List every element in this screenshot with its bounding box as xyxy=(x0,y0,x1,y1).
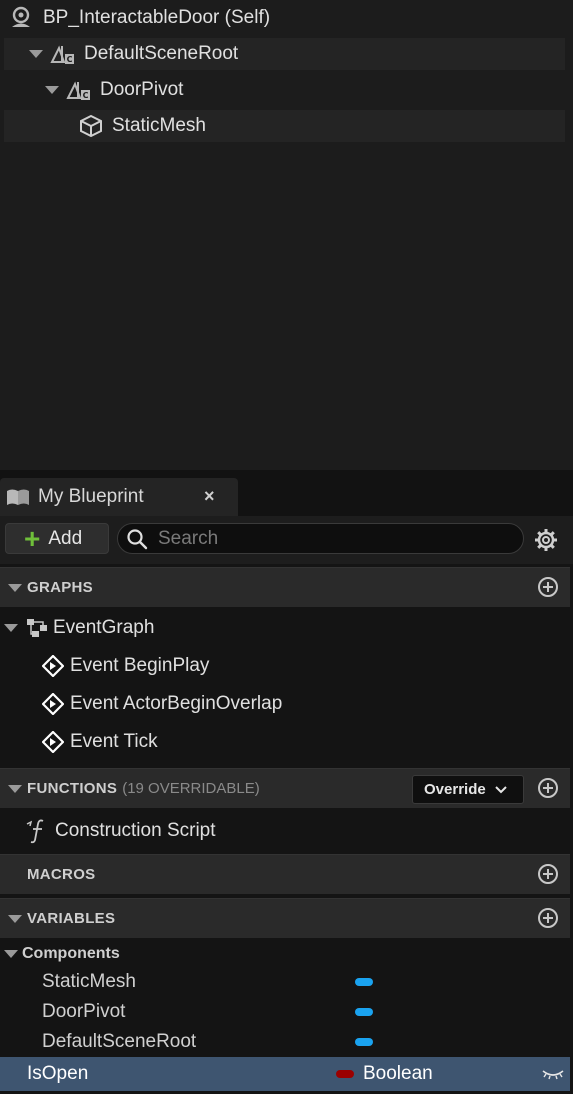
search-icon xyxy=(126,528,148,550)
object-type-pin-icon xyxy=(355,1038,373,1046)
variable-row-selected[interactable]: IsOpen Boolean xyxy=(0,1057,570,1091)
override-label: Override xyxy=(424,781,486,798)
search-box xyxy=(117,523,524,554)
collapse-arrow-icon[interactable] xyxy=(8,784,22,793)
macros-section-header[interactable]: MACROS xyxy=(0,854,570,894)
list-item-label: Construction Script xyxy=(55,820,216,841)
graphs-section-header[interactable]: GRAPHS xyxy=(0,567,570,607)
tree-item-staticmesh[interactable]: StaticMesh xyxy=(4,110,565,142)
variable-name: StaticMesh xyxy=(42,971,136,992)
static-mesh-cube-icon xyxy=(78,114,104,138)
override-dropdown[interactable]: Override xyxy=(412,775,524,804)
object-type-pin-icon xyxy=(355,1008,373,1016)
scene-component-icon: C xyxy=(66,78,92,102)
components-tree: BP_InteractableDoor (Self) C DefaultScen… xyxy=(0,0,573,470)
tree-item-label: DefaultSceneRoot xyxy=(84,43,239,64)
search-input[interactable] xyxy=(156,526,500,551)
event-item[interactable]: Event BeginPlay xyxy=(0,647,570,685)
event-graph-icon xyxy=(26,618,48,638)
event-item[interactable]: Event ActorBeginOverlap xyxy=(0,685,570,723)
tree-item-self[interactable]: BP_InteractableDoor (Self) xyxy=(4,2,565,34)
expand-arrow-icon[interactable] xyxy=(4,950,18,958)
event-item[interactable]: Event Tick xyxy=(0,723,570,761)
close-icon[interactable]: × xyxy=(204,486,215,507)
object-type-pin-icon xyxy=(355,978,373,986)
expand-arrow-icon[interactable] xyxy=(45,86,59,94)
variable-name: IsOpen xyxy=(27,1063,89,1084)
section-title: VARIABLES xyxy=(27,910,116,927)
event-graph-item[interactable]: EventGraph xyxy=(0,609,570,647)
add-function-icon[interactable] xyxy=(538,778,558,798)
actor-self-icon xyxy=(8,5,34,31)
section-title: FUNCTIONS xyxy=(27,780,118,797)
eye-closed-icon[interactable] xyxy=(541,1067,565,1081)
add-button[interactable]: + Add xyxy=(5,523,109,554)
expand-arrow-icon[interactable] xyxy=(29,50,43,58)
event-node-icon xyxy=(42,655,64,677)
svg-text:C: C xyxy=(67,55,73,64)
list-item-label: EventGraph xyxy=(53,617,155,638)
add-button-label: Add xyxy=(48,527,83,549)
functions-section-header[interactable]: FUNCTIONS (19 OVERRIDABLE) Override xyxy=(0,768,570,808)
list-item-label: Event ActorBeginOverlap xyxy=(70,693,283,714)
tab-my-blueprint[interactable]: My Blueprint × xyxy=(0,478,238,516)
list-item-label: Event BeginPlay xyxy=(70,655,210,676)
gear-icon[interactable] xyxy=(534,528,558,552)
add-macro-icon[interactable] xyxy=(538,864,558,884)
event-node-icon xyxy=(42,693,64,715)
svg-text:C: C xyxy=(83,91,89,100)
section-title: MACROS xyxy=(27,866,96,883)
boolean-type-pin-icon xyxy=(336,1070,354,1078)
variable-row[interactable]: DoorPivot xyxy=(0,997,570,1027)
expand-arrow-icon[interactable] xyxy=(4,624,18,632)
plus-icon: + xyxy=(24,522,41,554)
my-blueprint-panel: My Blueprint × + Add Search GRAPHS Event… xyxy=(0,470,573,1094)
book-icon xyxy=(6,487,30,507)
tree-item-doorpivot[interactable]: C DoorPivot xyxy=(4,74,565,106)
tree-item-label: BP_InteractableDoor (Self) xyxy=(43,7,271,28)
variable-row[interactable]: DefaultSceneRoot xyxy=(0,1027,570,1057)
tab-bar: My Blueprint × xyxy=(0,470,573,516)
variable-category-components[interactable]: Components xyxy=(0,939,570,969)
variable-name: DoorPivot xyxy=(42,1001,126,1022)
toolbar: + Add xyxy=(0,516,573,564)
variables-section-header[interactable]: VARIABLES xyxy=(0,898,570,938)
tree-item-defaultsceneroot[interactable]: C DefaultSceneRoot xyxy=(4,38,565,70)
tree-item-label: DoorPivot xyxy=(100,79,184,100)
category-label: Components xyxy=(22,945,120,962)
construction-script-item[interactable]: Construction Script xyxy=(0,812,570,850)
chevron-down-icon xyxy=(494,785,508,795)
tab-label: My Blueprint xyxy=(38,486,144,507)
add-graph-icon[interactable] xyxy=(538,577,558,597)
event-node-icon xyxy=(42,731,64,753)
list-item-label: Event Tick xyxy=(70,731,158,752)
scene-component-icon: C xyxy=(50,42,76,66)
section-title: GRAPHS xyxy=(27,579,93,596)
tree-item-label: StaticMesh xyxy=(112,115,206,136)
collapse-arrow-icon[interactable] xyxy=(8,914,22,923)
variable-type: Boolean xyxy=(363,1063,433,1084)
variable-row[interactable]: StaticMesh xyxy=(0,967,570,997)
variable-name: DefaultSceneRoot xyxy=(42,1031,197,1052)
add-variable-icon[interactable] xyxy=(538,908,558,928)
function-icon xyxy=(26,818,50,844)
overridable-count: (19 OVERRIDABLE) xyxy=(122,780,260,797)
collapse-arrow-icon[interactable] xyxy=(8,583,22,592)
